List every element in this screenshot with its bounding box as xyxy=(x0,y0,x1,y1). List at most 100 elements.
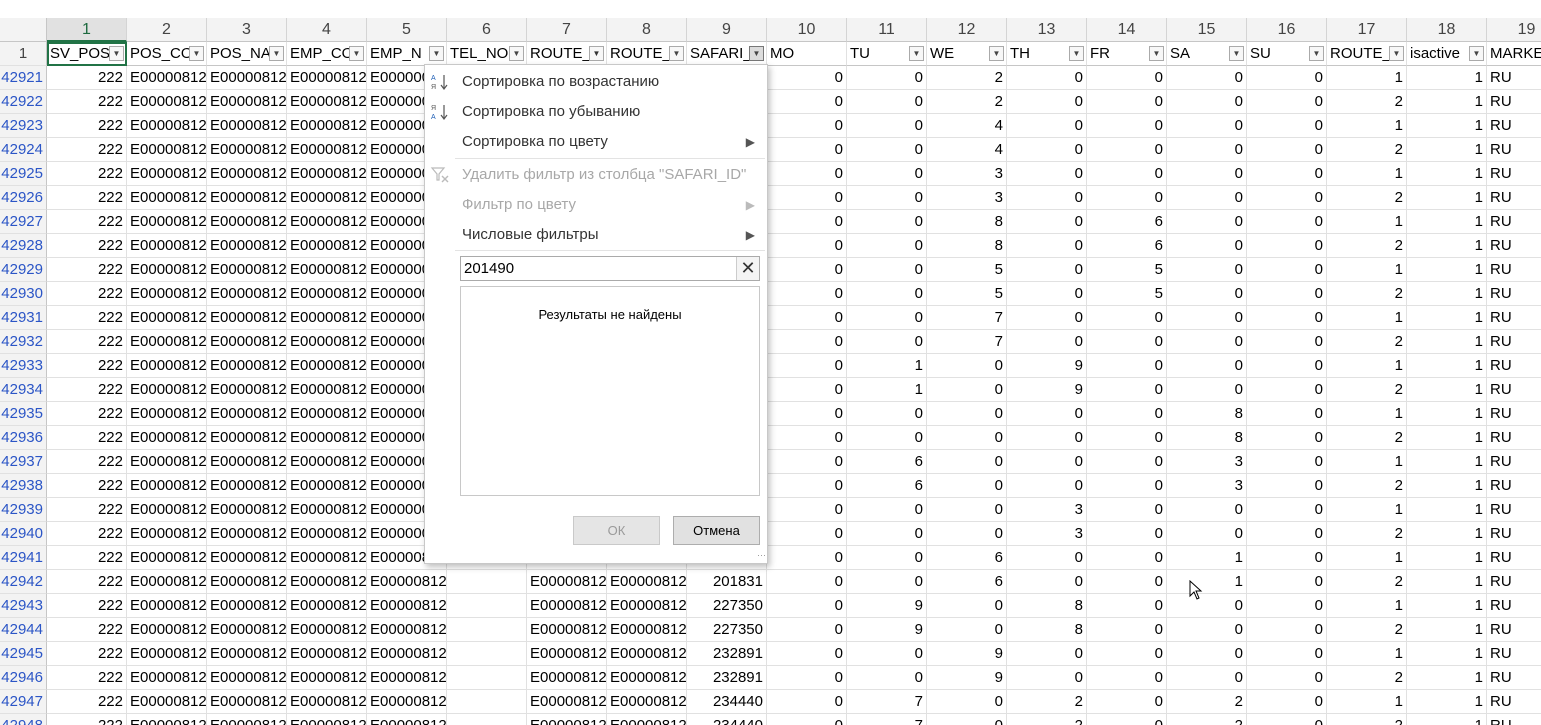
table-cell[interactable]: RU xyxy=(1487,66,1541,90)
table-cell[interactable]: 222 xyxy=(47,258,127,282)
table-cell[interactable]: E00000812 xyxy=(127,378,207,402)
filter-dropdown-icon[interactable]: ▼ xyxy=(269,46,284,61)
table-cell[interactable]: 1 xyxy=(1407,594,1487,618)
table-cell[interactable]: 0 xyxy=(1247,402,1327,426)
table-cell[interactable]: 232891 xyxy=(687,666,767,690)
table-cell[interactable]: E000008120 xyxy=(367,666,447,690)
table-cell[interactable]: 222 xyxy=(47,498,127,522)
table-cell[interactable]: 2 xyxy=(1327,330,1407,354)
filter-dropdown-icon[interactable]: ▼ xyxy=(669,46,684,61)
table-cell[interactable]: E00000812 xyxy=(127,522,207,546)
table-cell[interactable]: 1 xyxy=(1167,570,1247,594)
table-cell[interactable] xyxy=(447,714,527,725)
table-cell[interactable]: E00000812 xyxy=(287,714,367,725)
table-cell[interactable]: 4 xyxy=(927,138,1007,162)
table-cell[interactable]: 0 xyxy=(1007,666,1087,690)
table-cell[interactable]: 0 xyxy=(1007,186,1087,210)
table-cell[interactable]: 0 xyxy=(1167,618,1247,642)
table-cell[interactable]: 1 xyxy=(1407,114,1487,138)
column-number-14[interactable]: 14 xyxy=(1087,18,1167,42)
column-header[interactable]: SA ▼ xyxy=(1167,42,1247,66)
ok-button[interactable]: ОК xyxy=(573,516,660,545)
filter-dropdown-icon[interactable]: ▼ xyxy=(1309,46,1324,61)
table-cell[interactable]: 0 xyxy=(1167,306,1247,330)
filter-dropdown-icon[interactable]: ▼ xyxy=(109,46,124,61)
row-header[interactable]: 42930 xyxy=(0,282,47,306)
table-cell[interactable]: 2 xyxy=(1327,522,1407,546)
table-cell[interactable]: E00000812 xyxy=(127,138,207,162)
table-cell[interactable]: 0 xyxy=(1087,378,1167,402)
row-header[interactable]: 42925 xyxy=(0,162,47,186)
table-cell[interactable]: 0 xyxy=(1167,354,1247,378)
table-cell[interactable]: 0 xyxy=(1247,642,1327,666)
table-cell[interactable]: RU xyxy=(1487,306,1541,330)
table-cell[interactable]: E00000812 xyxy=(207,138,287,162)
table-cell[interactable]: 0 xyxy=(1007,306,1087,330)
table-cell[interactable]: E00000812 xyxy=(127,690,207,714)
table-cell[interactable]: RU xyxy=(1487,162,1541,186)
resize-grip-icon[interactable]: ⋯ xyxy=(757,550,766,561)
table-cell[interactable]: 0 xyxy=(927,690,1007,714)
table-cell[interactable]: 0 xyxy=(1167,282,1247,306)
column-header[interactable]: POS_NA ▼ xyxy=(207,42,287,66)
filter-dropdown-icon[interactable]: ▼ xyxy=(509,46,524,61)
table-cell[interactable]: RU xyxy=(1487,90,1541,114)
table-cell[interactable]: E00000812 xyxy=(127,474,207,498)
table-cell[interactable]: 0 xyxy=(1167,90,1247,114)
column-header[interactable]: TEL_NO ▼ xyxy=(447,42,527,66)
table-cell[interactable]: 0 xyxy=(1087,330,1167,354)
table-cell[interactable]: E00000812 xyxy=(127,402,207,426)
column-header[interactable]: EMP_N ▼ xyxy=(367,42,447,66)
table-cell[interactable]: 2 xyxy=(1327,90,1407,114)
table-cell[interactable]: E00000812 xyxy=(127,90,207,114)
row-header[interactable]: 42941 xyxy=(0,546,47,570)
table-cell[interactable]: RU xyxy=(1487,594,1541,618)
table-cell[interactable]: 0 xyxy=(1247,138,1327,162)
table-cell[interactable]: 8 xyxy=(927,210,1007,234)
table-cell[interactable]: E00000812 xyxy=(127,114,207,138)
table-cell[interactable]: 2 xyxy=(1327,474,1407,498)
table-cell[interactable]: 0 xyxy=(1007,546,1087,570)
table-cell[interactable]: RU xyxy=(1487,234,1541,258)
column-header[interactable]: SV_POS ▼ xyxy=(47,42,127,66)
table-cell[interactable]: E00000812 xyxy=(287,90,367,114)
column-number-13[interactable]: 13 xyxy=(1007,18,1087,42)
table-cell[interactable]: 1 xyxy=(1407,450,1487,474)
table-cell[interactable]: 0 xyxy=(767,210,847,234)
table-cell[interactable]: E00000812 xyxy=(607,570,687,594)
table-cell[interactable]: 0 xyxy=(767,354,847,378)
table-cell[interactable]: E00000812 xyxy=(207,378,287,402)
table-cell[interactable]: E00000812 xyxy=(207,450,287,474)
row-header[interactable]: 42922 xyxy=(0,90,47,114)
column-number-5[interactable]: 5 xyxy=(367,18,447,42)
table-cell[interactable]: 7 xyxy=(847,690,927,714)
column-header[interactable]: SAFARI_ ▼ xyxy=(687,42,767,66)
table-cell[interactable]: 1 xyxy=(1407,210,1487,234)
table-cell[interactable]: E000008120 xyxy=(367,570,447,594)
table-cell[interactable]: E00000812 xyxy=(127,306,207,330)
table-cell[interactable]: E000008120 xyxy=(367,618,447,642)
table-cell[interactable]: E00000812 xyxy=(287,186,367,210)
filter-dropdown-icon[interactable]: ▼ xyxy=(1069,46,1084,61)
table-cell[interactable]: E00000812 xyxy=(287,618,367,642)
table-cell[interactable]: E00000812 xyxy=(607,714,687,725)
column-number-3[interactable]: 3 xyxy=(207,18,287,42)
table-cell[interactable]: 5 xyxy=(1087,282,1167,306)
table-cell[interactable]: 0 xyxy=(1087,522,1167,546)
table-cell[interactable]: 6 xyxy=(1087,210,1167,234)
table-cell[interactable]: E00000812 xyxy=(207,474,287,498)
table-cell[interactable]: 0 xyxy=(927,618,1007,642)
table-cell[interactable]: 0 xyxy=(847,306,927,330)
table-cell[interactable]: 3 xyxy=(1007,498,1087,522)
table-cell[interactable]: 0 xyxy=(847,210,927,234)
table-cell[interactable]: 0 xyxy=(1247,282,1327,306)
table-cell[interactable]: 2 xyxy=(927,66,1007,90)
table-cell[interactable]: 0 xyxy=(1167,162,1247,186)
table-cell[interactable]: 0 xyxy=(767,402,847,426)
table-cell[interactable]: 6 xyxy=(927,546,1007,570)
table-cell[interactable]: E00000812 xyxy=(207,162,287,186)
table-cell[interactable]: 2 xyxy=(1327,618,1407,642)
table-cell[interactable]: E00000812 xyxy=(287,378,367,402)
table-cell[interactable]: E00000812 xyxy=(287,258,367,282)
table-cell[interactable]: 222 xyxy=(47,570,127,594)
